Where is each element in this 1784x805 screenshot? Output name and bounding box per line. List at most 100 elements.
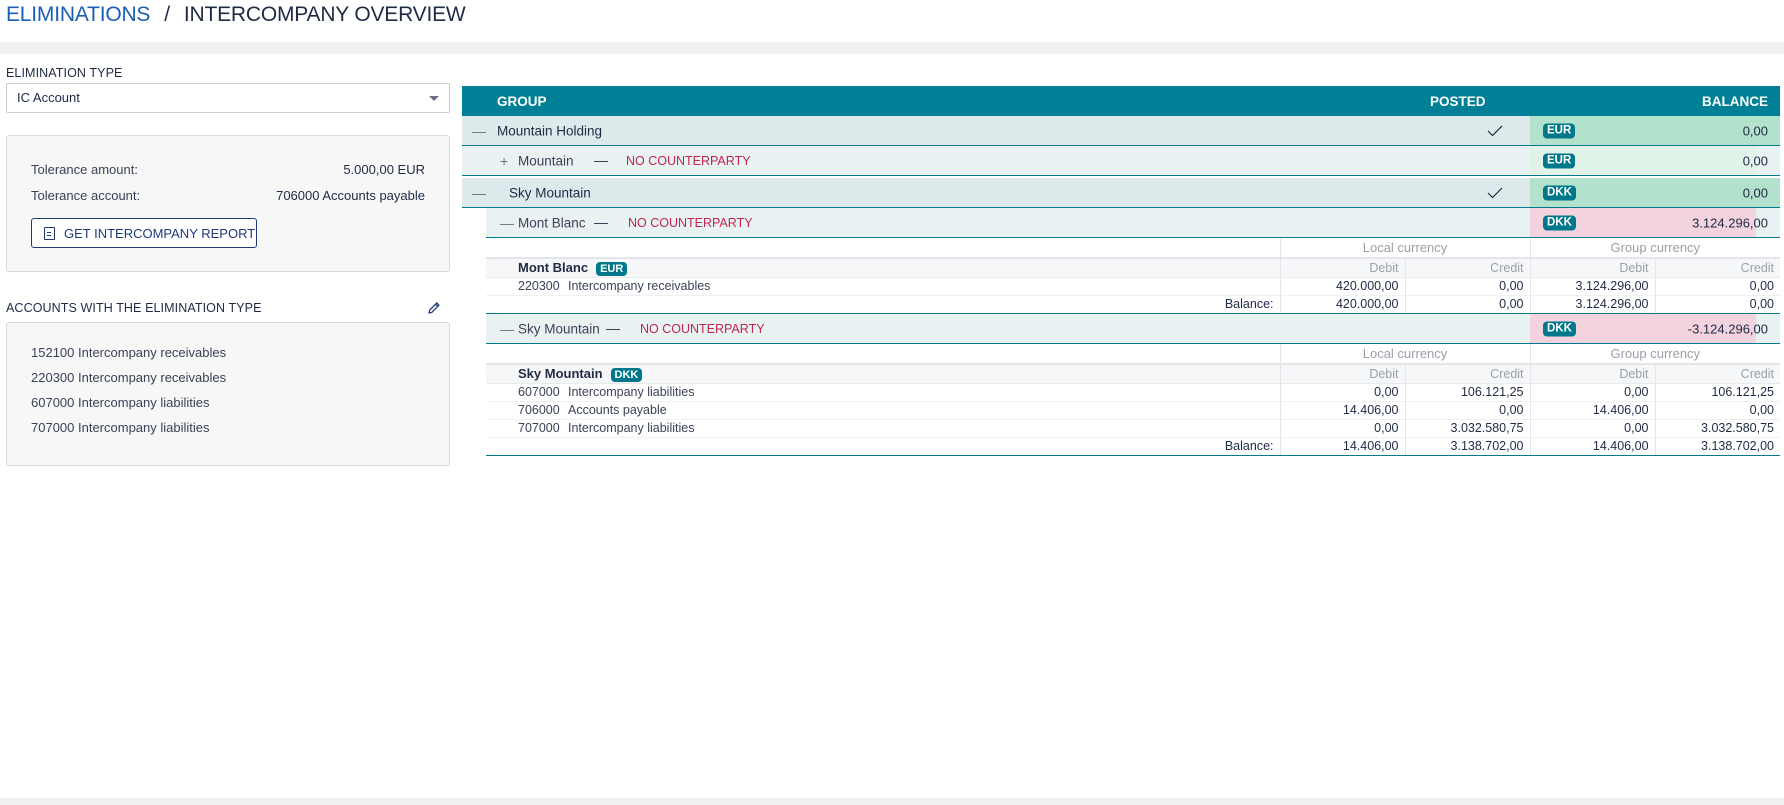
local-debit-cell: 14.406,00 (1280, 401, 1406, 420)
group-row-mountain-holding[interactable]: — Mountain Holding EUR 0,00 (462, 116, 1780, 146)
elimination-type-value: IC Account (17, 90, 80, 105)
get-intercompany-report-button[interactable]: GET INTERCOMPANY REPORT (31, 218, 257, 248)
group-credit-cell: 0,00 (1655, 401, 1781, 420)
tolerance-account-row: Tolerance account: 706000 Accounts payab… (31, 188, 425, 214)
credit-header: Credit (1405, 364, 1531, 384)
entity-name: Sky Mountain (518, 321, 600, 336)
balance-group-debit: 14.406,00 (1530, 437, 1656, 455)
collapse-toggle-icon[interactable]: — (472, 185, 486, 201)
no-counterparty-label: NO COUNTERPARTY (640, 321, 765, 336)
entity-name: Mont Blanc (518, 215, 586, 230)
debit-header: Debit (1280, 364, 1406, 384)
counterparty-row-mont-blanc[interactable]: — Mont Blanc NO COUNTERPARTY DKK 3.124.2… (486, 208, 1780, 238)
no-counterparty-label: NO COUNTERPARTY (626, 153, 751, 168)
local-credit-cell: 0,00 (1405, 277, 1531, 296)
group-row-sky-mountain[interactable]: — Sky Mountain DKK 0,00 (462, 178, 1780, 208)
report-button-label: GET INTERCOMPANY REPORT (64, 225, 256, 241)
column-header-group[interactable]: GROUP (497, 94, 547, 109)
group-debit-cell: 0,00 (1530, 383, 1656, 402)
group-currency-header: Group currency (1530, 344, 1781, 365)
balance-label: Balance: (486, 295, 1281, 313)
empty-cell (486, 238, 1281, 259)
account-number: 607000 (518, 385, 560, 399)
tolerance-card: Tolerance amount: 5.000,00 EUR Tolerance… (6, 135, 450, 272)
breadcrumb-eliminations-link[interactable]: ELIMINATIONS (6, 3, 150, 26)
balance-local-credit: 0,00 (1405, 295, 1531, 313)
local-currency-header: Local currency (1280, 238, 1531, 259)
account-cell: 607000 Intercompany liabilities (486, 383, 1281, 402)
local-credit-cell: 106.121,25 (1405, 383, 1531, 402)
account-item: 707000 Intercompany liabilities (31, 420, 210, 435)
accounts-header: ACCOUNTS WITH THE ELIMINATION TYPE (6, 300, 450, 316)
breadcrumb-separator: / (164, 3, 170, 26)
page-header: ELIMINATIONS / INTERCOMPANY OVERVIEW (0, 0, 1784, 42)
group-credit-cell: 3.032.580,75 (1655, 419, 1781, 438)
balance-group-credit: 0,00 (1749, 297, 1775, 312)
empty-cell (486, 344, 1281, 365)
account-cell: 220300 Intercompany receivables (486, 277, 1281, 296)
tolerance-amount-value: 5.000,00 EUR (343, 162, 425, 177)
account-item: 220300 Intercompany receivables (31, 370, 227, 385)
group-currency-header: Group currency (1530, 238, 1781, 259)
breadcrumb: ELIMINATIONS / INTERCOMPANY OVERVIEW (6, 3, 466, 27)
account-number: 220300 (518, 279, 560, 293)
currency-header-row: Local currency Group currency (486, 238, 1781, 259)
document-icon (44, 226, 55, 240)
account-item: 607000 Intercompany liabilities (31, 395, 210, 410)
debit-header: Debit (1530, 364, 1656, 384)
currency-header-row: Local currency Group currency (486, 344, 1781, 365)
grid-header: GROUP POSTED BALANCE (462, 86, 1780, 116)
counterparty-row-sky-mountain[interactable]: — Sky Mountain NO COUNTERPARTY DKK -3.12… (486, 314, 1780, 344)
expand-toggle-icon[interactable]: + (500, 153, 508, 169)
collapse-toggle-icon[interactable]: — (500, 215, 514, 231)
counterparty-row-mountain[interactable]: + Mountain NO COUNTERPARTY EUR 0,00 (462, 146, 1780, 176)
balance-amount: 0,00 (1742, 185, 1768, 200)
local-debit-cell: 420.000,00 (1280, 277, 1406, 296)
entity-cell: Mont Blanc EUR (486, 258, 1281, 278)
balance-amount: 0,00 (1742, 123, 1768, 138)
account-number: 707000 (518, 421, 560, 435)
balance-amount: 3.124.296,00 (1692, 215, 1768, 230)
column-header-balance[interactable]: BALANCE (1702, 94, 1768, 109)
elimination-type-select[interactable]: IC Account (6, 83, 450, 113)
entity-name: Mountain (518, 153, 574, 168)
local-debit-cell: 0,00 (1280, 383, 1406, 402)
balance-group-debit: 3.124.296,00 (1530, 295, 1656, 313)
group-name: Mountain Holding (497, 123, 603, 138)
entity-cell: Sky Mountain DKK (486, 364, 1281, 384)
tolerance-amount-row: Tolerance amount: 5.000,00 EUR (31, 162, 425, 188)
dash-divider (606, 328, 620, 330)
left-panel: ELIMINATION TYPE IC Account Tolerance am… (6, 66, 450, 466)
group-name: Sky Mountain (509, 185, 591, 200)
account-name: Intercompany liabilities (568, 421, 695, 435)
group-debit-cell: 0,00 (1530, 419, 1656, 438)
checkmark-icon (1487, 187, 1503, 198)
collapse-toggle-icon[interactable]: — (500, 321, 514, 337)
local-credit-cell: 3.032.580,75 (1405, 419, 1531, 438)
credit-header: Credit (1655, 364, 1781, 384)
local-currency-header: Local currency (1280, 344, 1531, 365)
column-header-row: Sky Mountain DKK Debit Credit Debit Credi… (486, 364, 1781, 384)
currency-badge: EUR (1543, 153, 1576, 168)
checkmark-icon (1487, 125, 1503, 136)
table-row: 706000 Accounts payable 14.406,00 0,00 14… (486, 401, 1781, 420)
account-name: Accounts payable (568, 403, 667, 417)
balance-label: Balance: (486, 437, 1281, 455)
tolerance-account-label: Tolerance account: (31, 188, 141, 203)
tolerance-amount-label: Tolerance amount: (31, 162, 138, 177)
chevron-down-icon (429, 96, 439, 101)
column-header-posted[interactable]: POSTED (1430, 94, 1486, 109)
entity-name: Mont Blanc (518, 259, 589, 275)
dash-divider (594, 222, 608, 224)
balance-local-credit: 3.138.702,00 (1405, 437, 1531, 455)
currency-badge: DKK (1543, 321, 1576, 336)
collapse-toggle-icon[interactable]: — (472, 123, 486, 139)
balance-local-debit: 420.000,00 (1280, 295, 1406, 313)
group-credit-cell: 0,00 (1655, 277, 1781, 296)
page-title: INTERCOMPANY OVERVIEW (183, 3, 466, 26)
header-divider-band (0, 42, 1784, 54)
currency-badge: EUR (596, 261, 628, 276)
account-name: Intercompany receivables (568, 279, 711, 293)
edit-pencil-icon[interactable] (426, 300, 442, 316)
local-credit-cell: 0,00 (1405, 401, 1531, 420)
